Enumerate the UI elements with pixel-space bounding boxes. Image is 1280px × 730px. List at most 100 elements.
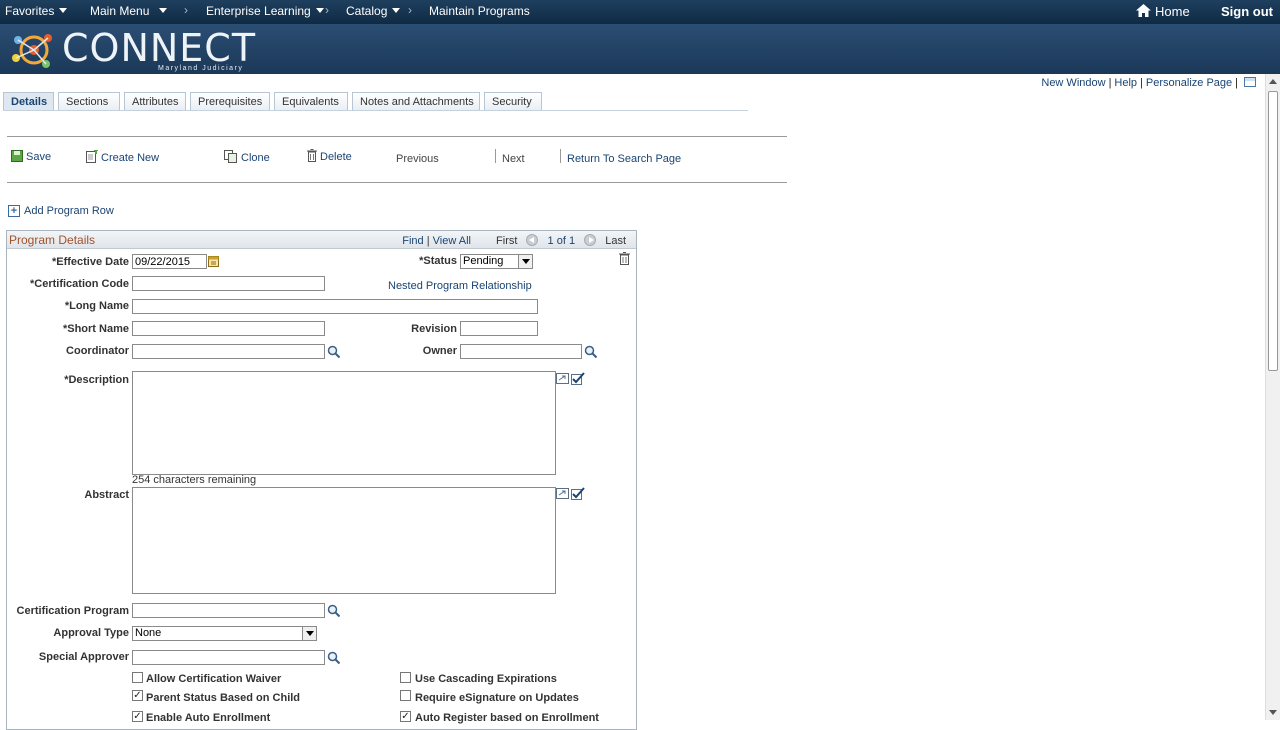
- tab-details[interactable]: Details: [3, 92, 54, 111]
- find-link[interactable]: Find: [402, 235, 423, 247]
- tab-equivalents[interactable]: Equivalents: [274, 92, 348, 111]
- tab-prerequisites[interactable]: Prerequisites: [190, 92, 270, 111]
- delete-button[interactable]: Delete: [307, 149, 352, 163]
- save-button[interactable]: Save: [11, 150, 51, 163]
- page-layout-icon[interactable]: [1244, 77, 1256, 87]
- search-icon[interactable]: [327, 651, 341, 665]
- spell-check-icon[interactable]: [571, 372, 585, 385]
- effective-date-input[interactable]: [132, 254, 207, 269]
- main-menu-label: Main Menu: [90, 4, 150, 18]
- help-link[interactable]: Help: [1114, 77, 1137, 89]
- previous-button[interactable]: Previous: [396, 153, 439, 165]
- use-cascading-expirations-checkbox[interactable]: [400, 672, 411, 683]
- approval-type-select[interactable]: None: [132, 626, 317, 641]
- breadcrumb-maintain-programs[interactable]: Maintain Programs: [429, 4, 530, 18]
- home-label: Home: [1155, 4, 1190, 19]
- previous-row-icon[interactable]: [526, 234, 539, 246]
- use-cascading-expirations-label: Use Cascading Expirations: [415, 673, 557, 685]
- group-header: Program Details Find | View All First 1 …: [7, 231, 636, 249]
- allow-certification-waiver-checkbox[interactable]: [132, 672, 143, 683]
- auto-register-checkbox[interactable]: ✓: [400, 711, 411, 722]
- delete-row-icon[interactable]: [619, 252, 630, 265]
- tab-notes-and-attachments[interactable]: Notes and Attachments: [352, 92, 480, 111]
- breadcrumb-catalog[interactable]: Catalog: [346, 4, 401, 18]
- vertical-scrollbar[interactable]: [1265, 74, 1280, 720]
- view-all-link[interactable]: View All: [433, 235, 471, 247]
- add-program-row-button[interactable]: + Add Program Row: [8, 205, 114, 217]
- expand-textarea-icon[interactable]: [556, 373, 569, 384]
- enable-auto-enrollment-checkbox[interactable]: ✓: [132, 711, 143, 722]
- link-separator: |: [1235, 77, 1238, 89]
- tab-security[interactable]: Security: [484, 92, 542, 111]
- calendar-icon[interactable]: [208, 255, 219, 267]
- home-icon: [1136, 4, 1151, 17]
- return-to-search-link[interactable]: Return To Search Page: [567, 153, 681, 165]
- sign-out-link[interactable]: Sign out: [1221, 4, 1273, 19]
- special-approver-input[interactable]: [132, 650, 325, 665]
- link-separator: |: [426, 235, 430, 247]
- toolbar-separator: [560, 149, 561, 163]
- chevron-down-icon: [315, 8, 324, 13]
- checkmark-icon: ✓: [133, 711, 142, 722]
- status-value: Pending: [463, 255, 504, 267]
- approval-type-value: None: [135, 627, 162, 639]
- tab-label: Security: [492, 96, 532, 108]
- next-row-icon[interactable]: [584, 234, 597, 246]
- toolbar-separator: [495, 149, 496, 163]
- tab-sections[interactable]: Sections: [58, 92, 120, 111]
- expand-textarea-icon[interactable]: [556, 488, 569, 499]
- certification-program-label: Certification Program: [16, 605, 129, 617]
- breadcrumb-separator: ›: [184, 3, 188, 17]
- save-label: Save: [26, 151, 52, 163]
- tab-underline: [3, 110, 748, 111]
- short-name-input[interactable]: [132, 321, 325, 336]
- certification-code-label: *Certification Code: [29, 278, 129, 290]
- create-new-button[interactable]: Create New: [85, 150, 159, 164]
- spell-check-icon[interactable]: [571, 487, 585, 500]
- allow-certification-waiver-label: Allow Certification Waiver: [146, 673, 282, 685]
- favorites-menu[interactable]: Favorites: [5, 4, 68, 18]
- scroll-thumb[interactable]: [1268, 91, 1278, 371]
- personalize-page-link[interactable]: Personalize Page: [1146, 77, 1232, 89]
- toolbar-bottom-divider: [7, 182, 787, 183]
- require-esignature-label: Require eSignature on Updates: [415, 692, 579, 704]
- owner-label: Owner: [422, 345, 457, 357]
- home-link[interactable]: Home: [1136, 4, 1190, 19]
- search-icon[interactable]: [327, 604, 341, 618]
- status-select[interactable]: Pending: [460, 254, 533, 269]
- parent-status-based-on-child-checkbox[interactable]: ✓: [132, 690, 143, 701]
- add-program-row-label: Add Program Row: [24, 205, 114, 217]
- require-esignature-checkbox[interactable]: [400, 690, 411, 701]
- certification-program-input[interactable]: [132, 603, 325, 618]
- row-count: 1 of 1: [547, 235, 576, 247]
- link-separator: |: [1140, 77, 1143, 89]
- checkmark-icon: ✓: [401, 711, 410, 722]
- clone-button[interactable]: Clone: [224, 150, 270, 164]
- revision-input[interactable]: [460, 321, 538, 336]
- owner-input[interactable]: [460, 344, 582, 359]
- logo-icon: [12, 34, 52, 68]
- tab-attributes[interactable]: Attributes: [124, 92, 186, 111]
- description-textarea[interactable]: [132, 371, 556, 475]
- breadcrumb-separator: ›: [408, 3, 412, 17]
- group-navigation: Find | View All First 1 of 1 Last: [402, 234, 626, 247]
- header-banner: CONNECT Maryland Judiciary: [0, 24, 1280, 74]
- main-menu[interactable]: Main Menu: [90, 4, 168, 18]
- certification-code-input[interactable]: [132, 276, 325, 291]
- new-window-link[interactable]: New Window: [1041, 77, 1105, 89]
- coordinator-input[interactable]: [132, 344, 325, 359]
- scroll-up-icon[interactable]: [1269, 79, 1277, 84]
- first-label: First: [496, 235, 518, 247]
- long-name-input[interactable]: [132, 299, 538, 314]
- scroll-down-icon[interactable]: [1269, 710, 1277, 715]
- long-name-label: *Long Name: [64, 300, 129, 312]
- catalog-label: Catalog: [346, 4, 388, 18]
- chevron-down-icon: [59, 8, 68, 13]
- nested-program-relationship-link[interactable]: Nested Program Relationship: [388, 280, 532, 292]
- last-label: Last: [605, 235, 626, 247]
- next-button[interactable]: Next: [502, 153, 525, 165]
- search-icon[interactable]: [327, 345, 341, 359]
- search-icon[interactable]: [584, 345, 598, 359]
- breadcrumb-enterprise-learning[interactable]: Enterprise Learning: [206, 4, 324, 18]
- abstract-textarea[interactable]: [132, 487, 556, 594]
